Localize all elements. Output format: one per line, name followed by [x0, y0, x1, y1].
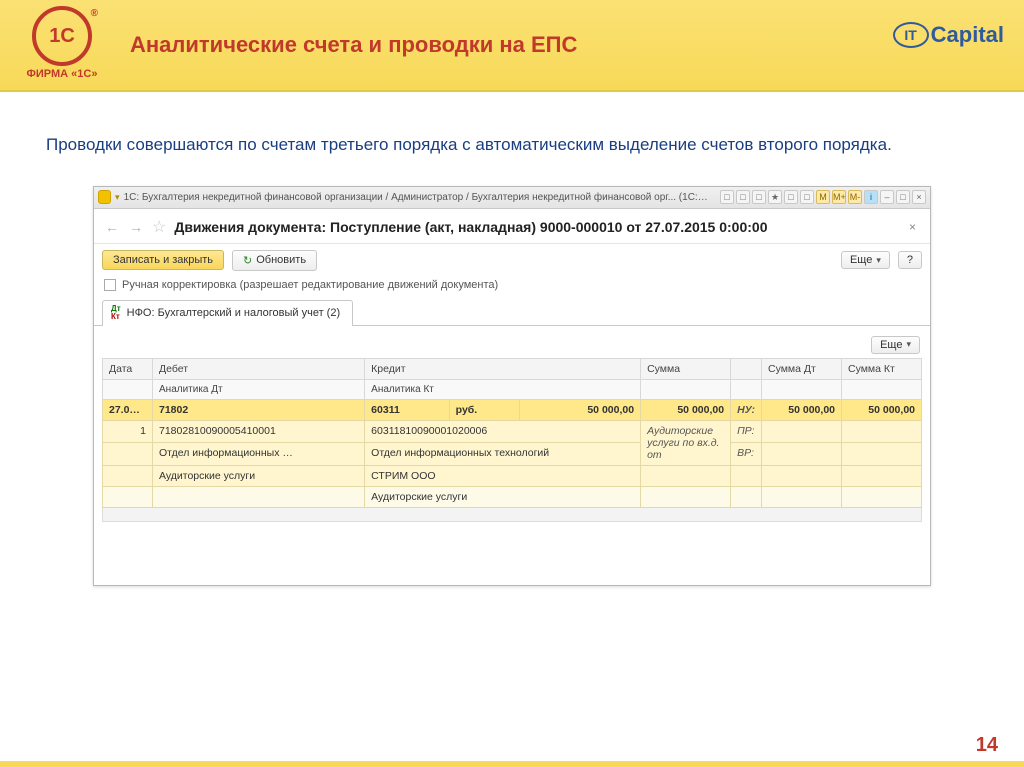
col-sum[interactable]: Сумма [641, 358, 731, 379]
cell-nu-label: НУ: [731, 399, 762, 420]
col-date[interactable]: Дата [103, 358, 153, 379]
window-maximize[interactable]: □ [896, 190, 910, 204]
tb-btn-1[interactable]: □ [720, 190, 734, 204]
col-sum-dt[interactable]: Сумма Дт [762, 358, 842, 379]
tb-btn-5[interactable]: □ [784, 190, 798, 204]
slide-title: Аналитические счета и проводки на ЕПС [130, 32, 577, 58]
more-label: Еще [850, 254, 872, 266]
table-row[interactable]: Аудиторские услуги СТРИМ ООО [103, 465, 922, 486]
logo-it-oval: IT [893, 22, 929, 48]
grid-toolbar: Еще ▾ [102, 332, 922, 358]
document-header: ← → ☆ Движения документа: Поступление (а… [94, 209, 930, 244]
grid-area: Еще ▾ Дата Дебет Кредит Сумма Сумма Дт С… [94, 326, 930, 585]
document-toolbar: Записать и закрыть ↻ Обновить Еще ▾ ? [94, 244, 930, 277]
cell-date: 27.0… [103, 399, 153, 420]
chevron-down-icon: ▾ [876, 255, 881, 266]
app-window: ▾ 1C: Бухгалтерия некредитной финансовой… [93, 186, 931, 586]
grid-header-row-1: Дата Дебет Кредит Сумма Сумма Дт Сумма К… [103, 358, 922, 379]
manual-correction-checkbox[interactable] [104, 279, 116, 291]
logo-1c-circle: 1C ® [32, 6, 92, 66]
cell-amount-2: 50 000,00 [641, 399, 731, 420]
more-button[interactable]: Еще ▾ [841, 251, 890, 269]
save-close-button[interactable]: Записать и закрыть [102, 250, 224, 270]
horizontal-scrollbar[interactable] [102, 508, 922, 522]
refresh-button[interactable]: ↻ Обновить [232, 250, 317, 271]
cell-vr-label: ВР: [731, 443, 762, 466]
cell-amount-1: 50 000,00 [519, 399, 640, 420]
window-title: 1C: Бухгалтерия некредитной финансовой о… [124, 192, 712, 203]
tb-btn-fav[interactable]: ★ [768, 190, 782, 204]
grid-more-button[interactable]: Еще ▾ [871, 336, 920, 354]
table-row[interactable]: Отдел информационных … Отдел информацион… [103, 443, 922, 466]
logo-1c-reg: ® [91, 8, 98, 19]
document-close-icon[interactable]: × [909, 220, 916, 234]
refresh-label: Обновить [256, 254, 306, 266]
nav-back-icon[interactable]: ← [104, 219, 120, 235]
col-an-dt: Аналитика Дт [153, 379, 365, 399]
cell-row-n: 1 [103, 420, 153, 443]
titlebar-tool-group: □ □ □ ★ □ □ M M+ M- i – □ × [720, 190, 926, 204]
nav-forward-icon[interactable]: → [128, 219, 144, 235]
table-row[interactable]: 1 71802810090005410001 60311810090001020… [103, 420, 922, 443]
cell-debit-an1: 71802810090005410001 [153, 420, 365, 443]
col-debit[interactable]: Дебет [153, 358, 365, 379]
window-close[interactable]: × [912, 190, 926, 204]
favorite-star-icon[interactable]: ☆ [152, 217, 166, 237]
window-minimize[interactable]: – [880, 190, 894, 204]
cell-credit-an3: СТРИМ ООО [365, 465, 641, 486]
col-sum-kt[interactable]: Сумма Кт [842, 358, 922, 379]
col-tag [731, 358, 762, 379]
cell-credit-an4: Аудиторские услуги [365, 486, 641, 507]
slide-description: Проводки совершаются по счетам третьего … [46, 132, 978, 158]
logo-itcapital: IT Capital [893, 22, 1004, 48]
cell-debit-an3: Аудиторские услуги [153, 465, 365, 486]
logo-1c-firm: ФИРМА «1С» [27, 68, 98, 80]
window-titlebar: ▾ 1C: Бухгалтерия некредитной финансовой… [94, 187, 930, 209]
cell-credit-an2: Отдел информационных технологий [365, 443, 641, 466]
grid-more-label: Еще [880, 339, 902, 351]
app-icon [98, 190, 111, 204]
tab-accounting[interactable]: ДтКт НФО: Бухгалтерский и налоговый учет… [102, 300, 353, 326]
cell-debit-an2: Отдел информационных … [153, 443, 365, 466]
cell-credit-an1: 60311810090001020006 [365, 420, 641, 443]
cell-sum-dt: 50 000,00 [762, 399, 842, 420]
col-an-kt: Аналитика Кт [365, 379, 641, 399]
manual-correction-label: Ручная корректировка (разрешает редактир… [122, 279, 498, 291]
tb-btn-mplus[interactable]: M+ [832, 190, 846, 204]
cell-currency: руб. [449, 399, 519, 420]
document-title: Движения документа: Поступление (акт, на… [174, 219, 767, 235]
table-row[interactable]: 27.0… 71802 60311 руб. 50 000,00 50 000,… [103, 399, 922, 420]
tb-btn-mminus[interactable]: M- [848, 190, 862, 204]
tb-btn-info[interactable]: i [864, 190, 878, 204]
cell-pr-label: ПР: [731, 420, 762, 443]
refresh-icon: ↻ [243, 254, 252, 267]
window-nav-dropdown-icon[interactable]: ▾ [115, 192, 120, 203]
page-number: 14 [976, 734, 998, 757]
cell-debit-acc: 71802 [153, 399, 365, 420]
tabstrip: ДтКт НФО: Бухгалтерский и налоговый учет… [94, 299, 930, 326]
tb-btn-m[interactable]: M [816, 190, 830, 204]
tb-btn-2[interactable]: □ [736, 190, 750, 204]
debit-credit-icon: ДтКт [111, 305, 121, 321]
table-row[interactable]: Аудиторские услуги [103, 486, 922, 507]
postings-grid[interactable]: Дата Дебет Кредит Сумма Сумма Дт Сумма К… [102, 358, 922, 508]
slide-header: Аналитические счета и проводки на ЕПС [0, 0, 1024, 92]
logo-1c-text: 1C [49, 25, 75, 48]
tb-btn-3[interactable]: □ [752, 190, 766, 204]
manual-correction-row: Ручная корректировка (разрешает редактир… [94, 277, 930, 299]
slide-body: Проводки совершаются по счетам третьего … [0, 92, 1024, 586]
tb-btn-6[interactable]: □ [800, 190, 814, 204]
tab-accounting-label: НФО: Бухгалтерский и налоговый учет (2) [127, 307, 340, 319]
help-button[interactable]: ? [898, 251, 922, 269]
logo-1c: 1C ® ФИРМА «1С» [8, 6, 116, 84]
cell-sum-kt: 50 000,00 [842, 399, 922, 420]
chevron-down-icon: ▾ [906, 339, 911, 350]
cell-desc: Аудиторские услуги по вх.д. от [641, 420, 731, 465]
cell-credit-acc: 60311 [365, 399, 450, 420]
logo-it-cap: Capital [931, 22, 1004, 48]
col-credit[interactable]: Кредит [365, 358, 641, 379]
grid-header-row-2: Аналитика Дт Аналитика Кт [103, 379, 922, 399]
slide-footer-bar [0, 761, 1024, 767]
